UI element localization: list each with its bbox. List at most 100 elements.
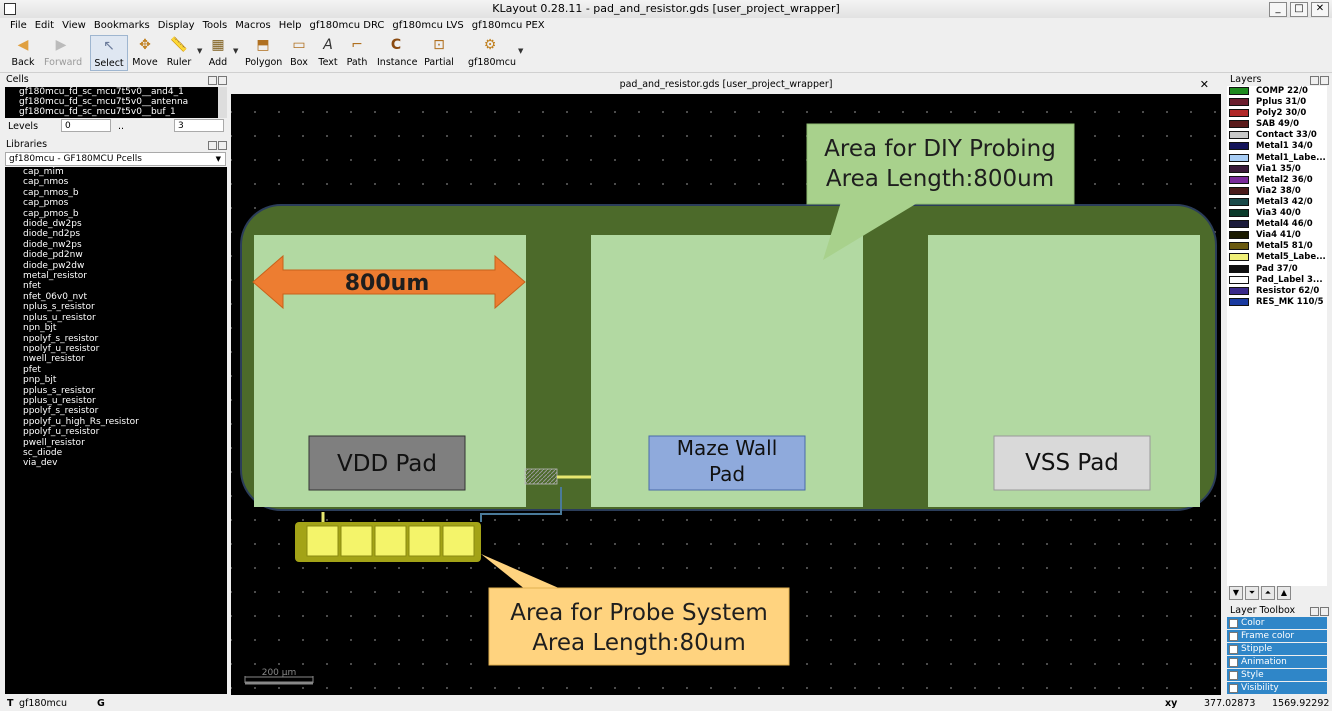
expand-checkbox-icon[interactable] <box>1229 671 1238 680</box>
library-cell-item[interactable]: ppolyf_u_resistor <box>5 427 227 437</box>
layer-move-down-icon[interactable]: ▼ <box>1229 586 1243 600</box>
layer-row[interactable]: Metal3 42/0 <box>1227 197 1327 208</box>
polygon-tool-button[interactable]: ⬒ Polygon <box>245 35 282 69</box>
gf180mcu-dropdown-icon[interactable]: ▼ <box>518 47 523 55</box>
back-button[interactable]: ◀ Back <box>8 35 38 69</box>
path-tool-button[interactable]: ⌐ Path <box>344 35 370 69</box>
layer-row[interactable]: Via3 40/0 <box>1227 208 1327 219</box>
library-cell-item[interactable]: pnp_bjt <box>5 375 227 385</box>
layer-row[interactable]: Metal1_Labe... <box>1227 153 1327 164</box>
layer-row[interactable]: Via1 35/0 <box>1227 164 1327 175</box>
library-cell-item[interactable]: diode_pd2nw <box>5 250 227 260</box>
minimize-button[interactable]: _ <box>1269 2 1287 17</box>
library-cell-item[interactable]: cap_nmos <box>5 177 227 187</box>
ruler-dropdown-icon[interactable]: ▼ <box>197 47 202 55</box>
layer-move-bottom-icon[interactable]: ⏷ <box>1245 586 1259 600</box>
cells-tree[interactable]: gf180mcu_fd_sc_mcu7t5v0__and4_1 gf180mcu… <box>5 87 227 118</box>
library-cell-item[interactable]: nfet_06v0_nvt <box>5 292 227 302</box>
layer-row[interactable]: Metal2 36/0 <box>1227 175 1327 186</box>
layer-toolbox-visibility[interactable]: Visibility <box>1227 682 1327 694</box>
layer-toolbox-frame-color[interactable]: Frame color <box>1227 630 1327 642</box>
library-cell-item[interactable]: cap_pmos <box>5 198 227 208</box>
layer-move-top-icon[interactable]: ⏶ <box>1261 586 1275 600</box>
levels-from-input[interactable]: 0 <box>61 119 111 132</box>
menu-gf180mcu-lvs[interactable]: gf180mcu LVS <box>388 18 467 33</box>
menu-gf180mcu-drc[interactable]: gf180mcu DRC <box>306 18 389 33</box>
menu-file[interactable]: File <box>6 18 31 33</box>
layers-list[interactable]: COMP 22/0 Pplus 31/0 Poly2 30/0 SAB 49/0 Con… <box>1227 86 1327 586</box>
layer-row[interactable]: Poly2 30/0 <box>1227 108 1327 119</box>
layer-row[interactable]: Metal4 46/0 <box>1227 219 1327 230</box>
layer-row[interactable]: Resistor 62/0 <box>1227 286 1327 297</box>
library-cell-item[interactable]: nplus_s_resistor <box>5 302 227 312</box>
library-cell-item[interactable]: cap_nmos_b <box>5 188 227 198</box>
library-cell-list[interactable]: cap_mim cap_nmos cap_nmos_b cap_pmos cap_pmo… <box>5 167 227 694</box>
menu-edit[interactable]: Edit <box>31 18 58 33</box>
add-dropdown-icon[interactable]: ▼ <box>233 47 238 55</box>
layer-row[interactable]: Pad 37/0 <box>1227 264 1327 275</box>
menu-help[interactable]: Help <box>275 18 306 33</box>
expand-checkbox-icon[interactable] <box>1229 645 1238 654</box>
library-cell-item[interactable]: diode_dw2ps <box>5 219 227 229</box>
library-cell-item[interactable]: npolyf_u_resistor <box>5 344 227 354</box>
library-cell-item[interactable]: nwell_resistor <box>5 354 227 364</box>
cell-item[interactable]: gf180mcu_fd_sc_mcu7t5v0__buf_1 <box>5 107 227 117</box>
text-tool-button[interactable]: A Text <box>316 35 340 69</box>
expand-checkbox-icon[interactable] <box>1229 658 1238 667</box>
layer-row[interactable]: COMP 22/0 <box>1227 86 1327 97</box>
library-cell-item[interactable]: npn_bjt <box>5 323 227 333</box>
cell-item[interactable]: gf180mcu_fd_sc_mcu7t5v0__antenna <box>5 97 227 107</box>
layer-toolbox-stipple[interactable]: Stipple <box>1227 643 1327 655</box>
libraries-close-icon[interactable] <box>218 141 227 150</box>
layer-row[interactable]: Metal5_Labe... <box>1227 252 1327 263</box>
move-tool-button[interactable]: ✥ Move <box>130 35 160 69</box>
select-tool-button[interactable]: ↖ Select <box>90 35 128 71</box>
tech-name[interactable]: gf180mcu <box>19 697 67 711</box>
library-cell-item[interactable]: npolyf_s_resistor <box>5 334 227 344</box>
library-cell-item[interactable]: pplus_u_resistor <box>5 396 227 406</box>
menu-tools[interactable]: Tools <box>199 18 232 33</box>
library-select[interactable]: gf180mcu - GF180MCU Pcells ▼ <box>5 152 226 166</box>
instance-tool-button[interactable]: C Instance <box>377 35 417 69</box>
libraries-float-icon[interactable] <box>208 141 217 150</box>
box-tool-button[interactable]: ▭ Box <box>287 35 311 69</box>
layer-toolbox-color[interactable]: Color <box>1227 617 1327 629</box>
layer-row[interactable]: Via2 38/0 <box>1227 186 1327 197</box>
menu-view[interactable]: View <box>58 18 90 33</box>
menu-bookmarks[interactable]: Bookmarks <box>90 18 154 33</box>
layer-row[interactable]: Metal5 81/0 <box>1227 241 1327 252</box>
layer-toolbox-animation[interactable]: Animation <box>1227 656 1327 668</box>
library-cell-item[interactable]: cap_mim <box>5 167 227 177</box>
cells-float-icon[interactable] <box>208 76 217 85</box>
library-cell-item[interactable]: via_dev <box>5 458 227 468</box>
cells-scrollbar[interactable] <box>218 87 227 118</box>
layer-row[interactable]: SAB 49/0 <box>1227 119 1327 130</box>
close-view-icon[interactable]: ✕ <box>1200 76 1209 93</box>
library-cell-item[interactable]: ppolyf_u_high_Rs_resistor <box>5 417 227 427</box>
cells-close-icon[interactable] <box>218 76 227 85</box>
layer-row[interactable]: Pplus 31/0 <box>1227 97 1327 108</box>
grid-indicator[interactable]: G <box>97 697 105 711</box>
layer-row[interactable]: RES_MK 110/5 <box>1227 297 1327 308</box>
layer-row[interactable]: Pad_Label 3... <box>1227 275 1327 286</box>
partial-tool-button[interactable]: ⊡ Partial <box>423 35 455 69</box>
layers-float-icon[interactable] <box>1310 76 1319 85</box>
library-cell-item[interactable]: metal_resistor <box>5 271 227 281</box>
library-cell-item[interactable]: ppolyf_s_resistor <box>5 406 227 416</box>
layer-row[interactable]: Via4 41/0 <box>1227 230 1327 241</box>
layer-toolbox-style[interactable]: Style <box>1227 669 1327 681</box>
maximize-button[interactable]: □ <box>1290 2 1308 17</box>
library-cell-item[interactable]: pplus_s_resistor <box>5 386 227 396</box>
layer-row[interactable]: Contact 33/0 <box>1227 130 1327 141</box>
levels-to-input[interactable]: 3 <box>174 119 224 132</box>
expand-checkbox-icon[interactable] <box>1229 684 1238 693</box>
library-cell-item[interactable]: cap_pmos_b <box>5 209 227 219</box>
forward-button[interactable]: ▶ Forward <box>44 35 82 69</box>
layer-toolbox-close-icon[interactable] <box>1320 607 1329 616</box>
menu-gf180mcu-pex[interactable]: gf180mcu PEX <box>468 18 549 33</box>
close-window-button[interactable]: ✕ <box>1311 2 1329 17</box>
library-cell-item[interactable]: sc_diode <box>5 448 227 458</box>
layer-move-up-icon[interactable]: ▲ <box>1277 586 1291 600</box>
library-cell-item[interactable]: diode_pw2dw <box>5 261 227 271</box>
library-cell-item[interactable]: diode_nd2ps <box>5 229 227 239</box>
